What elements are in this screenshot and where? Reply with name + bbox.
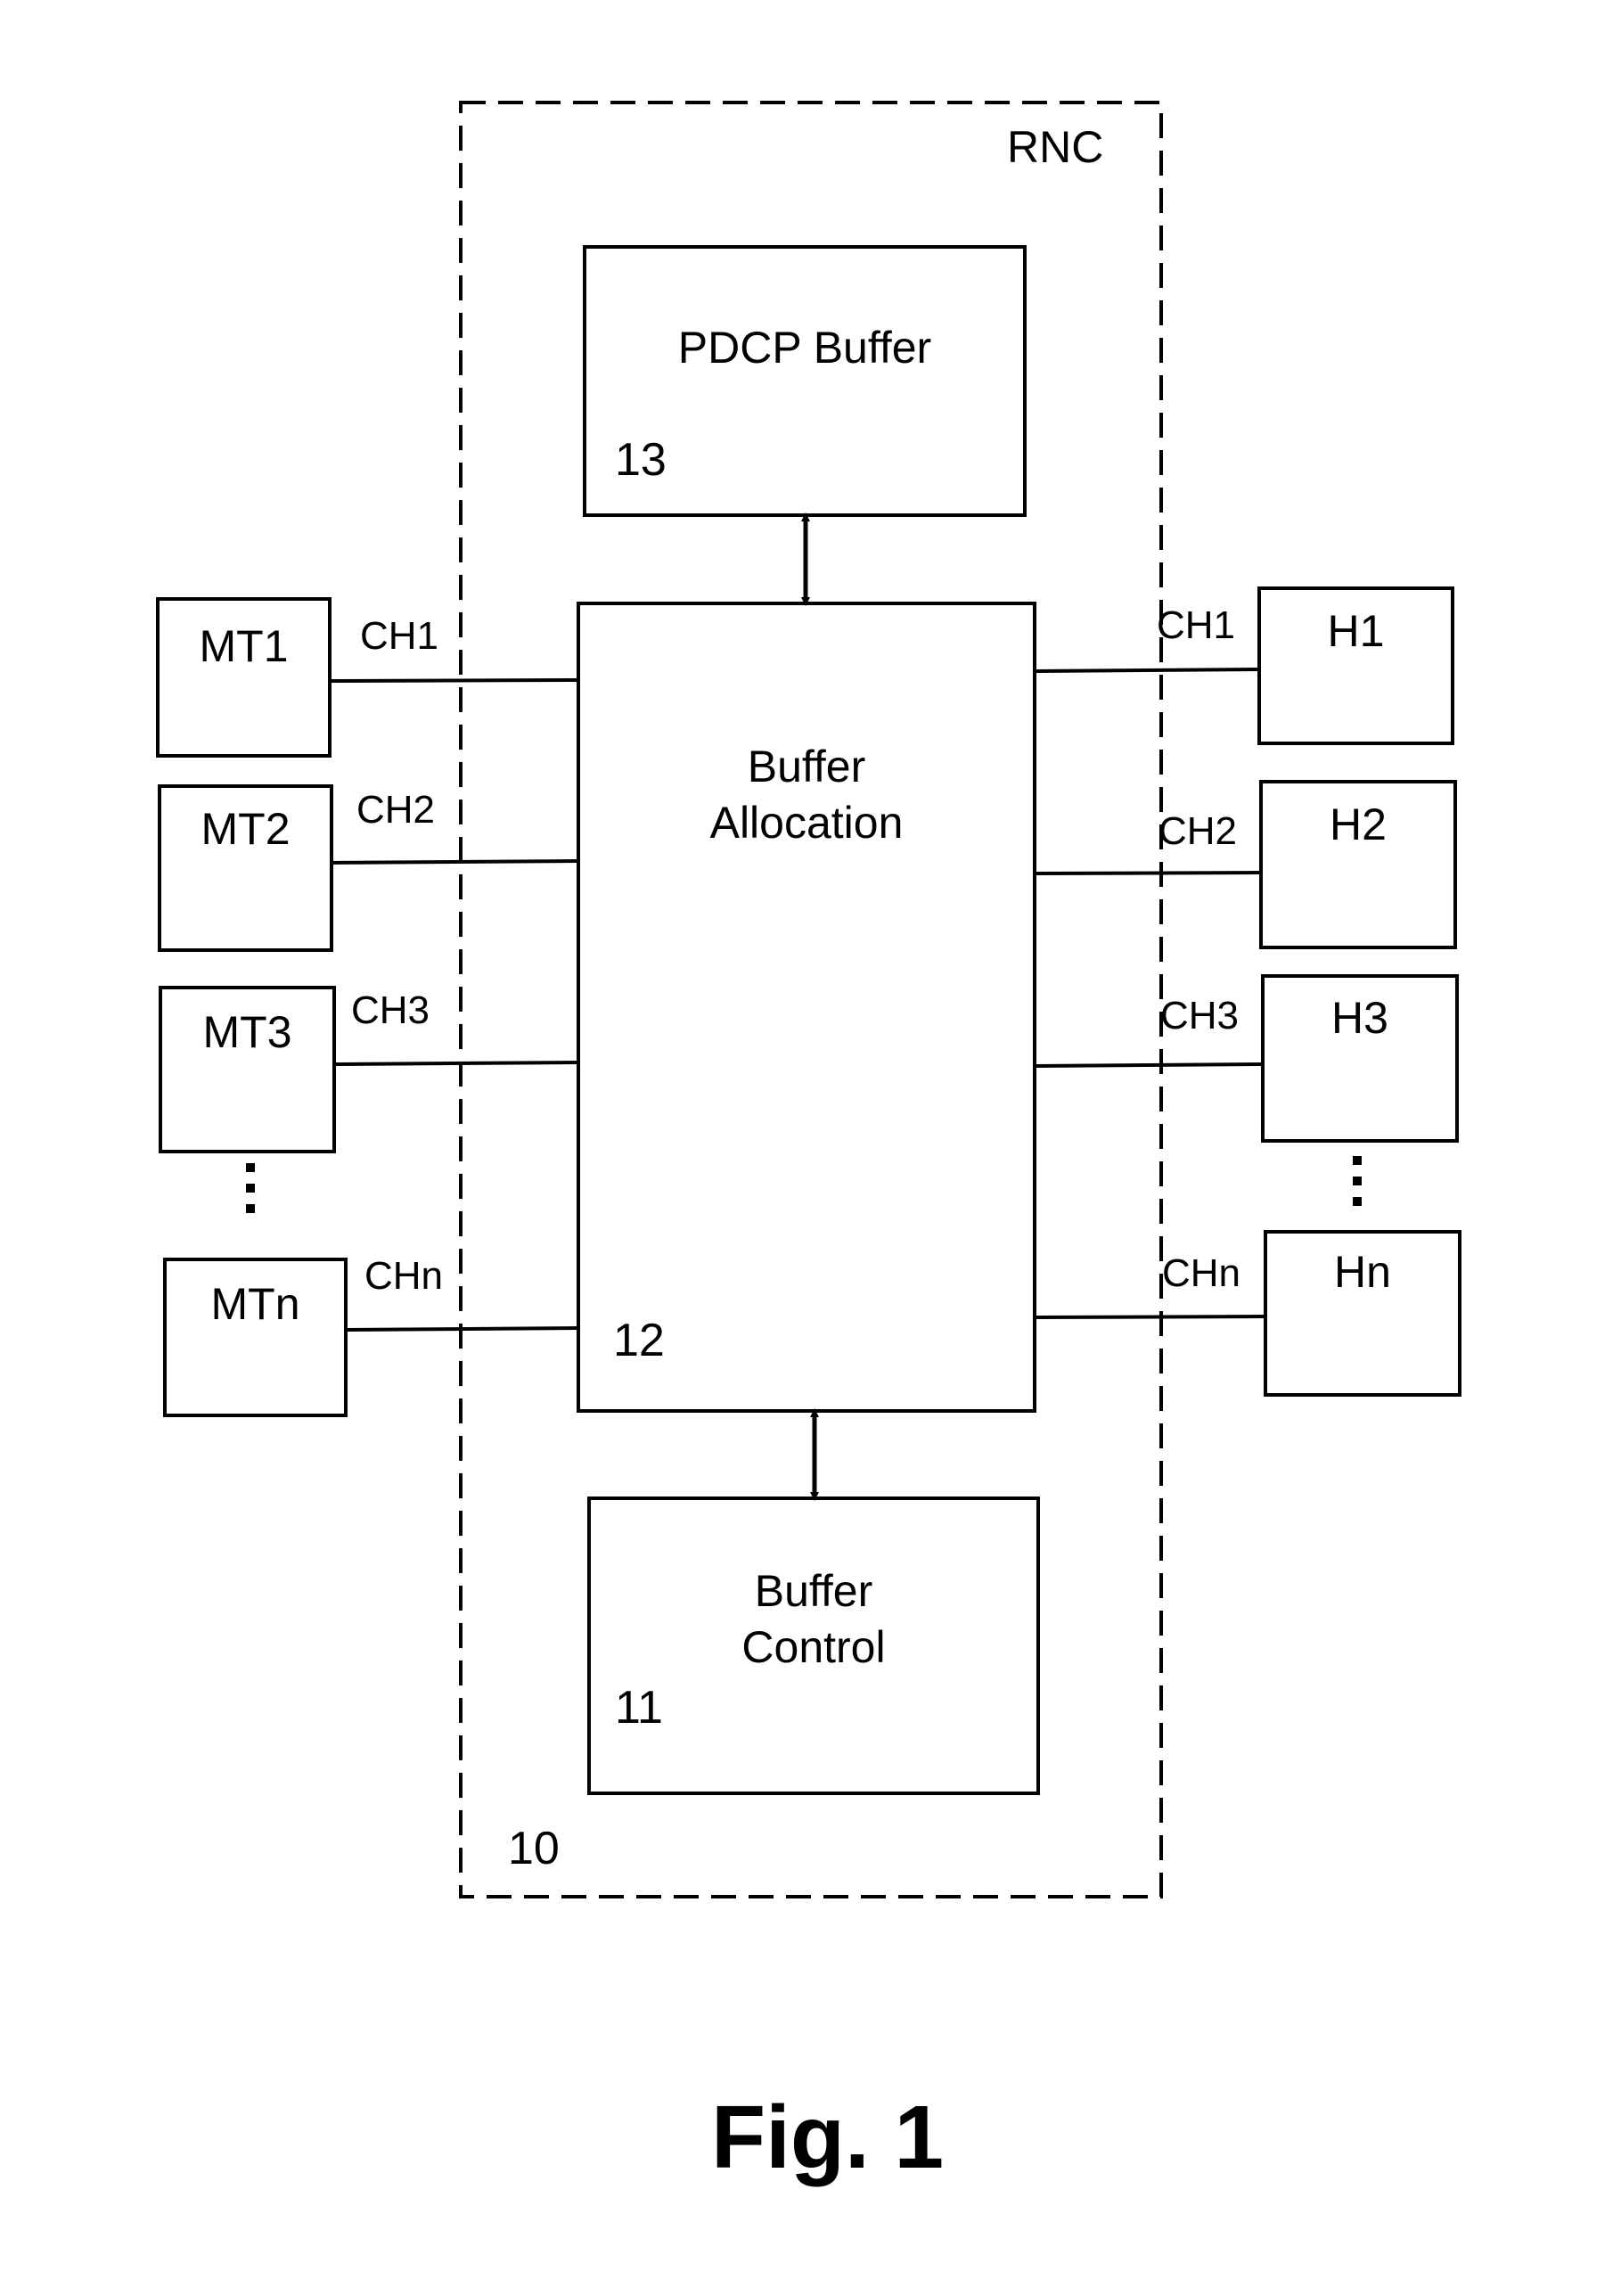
right-channel-label-ch3: CH3 (1160, 994, 1240, 1037)
buffer-control-label-line2: Control (741, 1622, 886, 1672)
right-channel-label-ch2: CH2 (1158, 809, 1238, 853)
pdcp-buffer-ref-number: 13 (615, 434, 667, 486)
channel-line-h3 (1034, 1062, 1264, 1068)
rnc-label: RNC (1007, 122, 1104, 172)
channel-line-h1 (1034, 668, 1260, 673)
channel-line-mt1 (329, 678, 579, 683)
right-channel-label-chn: CHn (1162, 1251, 1241, 1295)
h2-label: H2 (1330, 800, 1387, 849)
left-channel-label-chn: CHn (364, 1254, 444, 1298)
mtn-label: MTn (210, 1279, 300, 1329)
buffer-allocation-label-line1: Buffer (747, 742, 866, 791)
channel-line-mt2 (331, 859, 579, 865)
host-ellipsis-dots (1353, 1156, 1362, 1206)
left-channel-label-ch3: CH3 (351, 988, 430, 1032)
right-channel-label-ch1: CH1 (1157, 603, 1236, 647)
mt1-label: MT1 (199, 621, 289, 671)
buffer-control-ref-number: 11 (615, 1682, 663, 1734)
mt2-label: MT2 (201, 804, 291, 854)
pdcp-buffer-label: PDCP Buffer (677, 323, 932, 373)
mt3-label: MT3 (202, 1007, 292, 1057)
channel-line-hn (1034, 1315, 1266, 1319)
left-channel-label-ch2: CH2 (356, 788, 436, 832)
channel-line-mtn (345, 1326, 579, 1332)
h1-label: H1 (1327, 606, 1385, 656)
channel-line-mt3 (333, 1061, 579, 1066)
buffer-allocation-ref-number: 12 (613, 1315, 665, 1366)
rnc-ref-number: 10 (508, 1823, 560, 1874)
buffer-allocation-box (577, 602, 1036, 1413)
figure-caption: Fig. 1 (711, 2087, 945, 2187)
h3-label: H3 (1331, 993, 1388, 1043)
buffer-allocation-label-line2: Allocation (709, 798, 904, 848)
mt-ellipsis-dots (246, 1163, 255, 1213)
hn-label: Hn (1334, 1247, 1391, 1297)
buffer-control-label-line1: Buffer (754, 1566, 873, 1616)
left-channel-label-ch1: CH1 (360, 614, 439, 658)
